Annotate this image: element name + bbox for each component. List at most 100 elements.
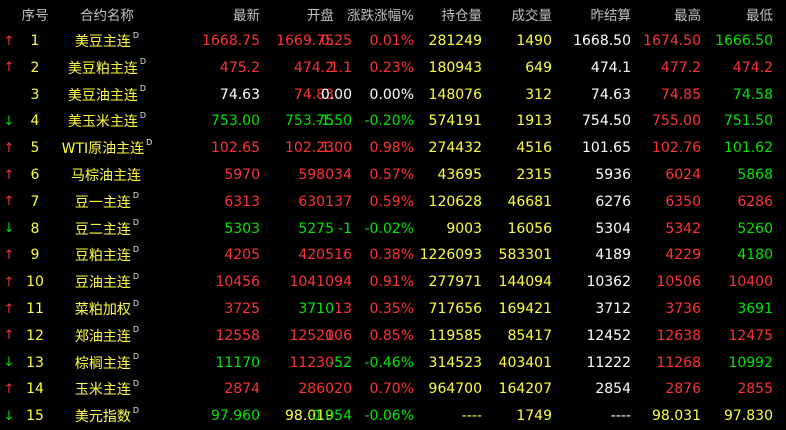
header-low[interactable]: 最低 <box>701 0 773 28</box>
header-high[interactable]: 最高 <box>631 0 701 28</box>
contract-mark: D <box>132 271 140 281</box>
open-price: 5275 <box>298 220 334 237</box>
price-change: 20 <box>334 376 352 402</box>
change-percent: -0.46% <box>364 354 414 371</box>
change-percent: 0.98% <box>369 140 414 157</box>
contract-name[interactable]: 豆粕主连 D <box>52 242 162 268</box>
open-price: 474.2 <box>293 59 334 76</box>
open-interest: 314523 <box>428 354 482 371</box>
quote-row[interactable]: 3 美豆油主连 D 74.63 74.83 0.00 0.00% 148076 312 74.63… <box>0 82 786 108</box>
prev-settle: 6276 <box>595 193 631 210</box>
arrow-down-icon: ↓ <box>3 113 15 129</box>
contract-mark: D <box>132 244 140 254</box>
quote-row[interactable]: ↓ 4 美玉米主连 D 753.00 753.75 -1.50 -0.20% 574191 191… <box>0 108 786 134</box>
header-volume[interactable]: 成交量 <box>482 0 553 28</box>
header-prev-settle[interactable]: 昨结算 <box>552 0 632 28</box>
price-change: 37 <box>334 189 352 215</box>
contract-name[interactable]: 豆油主连 D <box>52 269 162 295</box>
contract-mark: D <box>132 218 140 228</box>
column-header-row: 序号 合约名称 最新 开盘 涨跌 涨幅% 持仓量 成交量 昨结算 最高 最低 <box>0 0 786 28</box>
row-index: 6 <box>30 167 40 183</box>
row-index: 14 <box>26 381 44 398</box>
price-change-value: 37 <box>334 193 352 210</box>
quote-row[interactable]: ↑ 9 豆粕主连 D 4205 4205 16 0.38% 1226093 583301 4189 4… <box>0 242 786 268</box>
prev-settle: 4189 <box>595 247 631 264</box>
price-change: 13 <box>334 296 352 322</box>
change-percent: 0.91% <box>369 274 414 291</box>
header-last[interactable]: 最新 <box>162 0 260 28</box>
low-price: 97.830 <box>724 408 773 425</box>
contract-name[interactable]: 美元指数 D <box>52 403 162 429</box>
arrow-down-icon: ↓ <box>3 408 15 424</box>
change-percent: 0.85% <box>369 327 414 344</box>
last-price: 1668.75 <box>202 33 260 49</box>
last-price: 11170 <box>215 354 260 371</box>
contract-name[interactable]: 豆一主连 D <box>52 189 162 215</box>
open-interest: ---- <box>461 408 482 425</box>
open-interest: 9003 <box>446 220 482 237</box>
row-index: 5 <box>30 140 40 157</box>
price-change: -1 <box>334 216 352 242</box>
volume: 169421 <box>498 301 552 317</box>
row-index: 15 <box>26 408 44 425</box>
quote-row[interactable]: ↑ 10 豆油主连 D 10456 10410 94 0.91% 277971 144094 103… <box>0 269 786 295</box>
contract-name[interactable]: 马棕油主连 <box>52 162 162 188</box>
price-change: 1.1 <box>330 55 352 81</box>
quote-row[interactable]: ↑ 11 菜粕加权 D 3725 3710 13 0.35% 717656 169421 3712 3… <box>0 296 786 322</box>
high-price: 2876 <box>665 381 701 398</box>
low-price: 2855 <box>737 381 773 398</box>
volume: 1913 <box>516 113 552 130</box>
arrow-up-icon: ↑ <box>3 328 15 344</box>
header-open-interest[interactable]: 持仓量 <box>414 0 483 28</box>
quote-row[interactable]: ↑ 14 玉米主连 D 2874 2860 20 0.70% 964700 164207 2854 2… <box>0 376 786 402</box>
last-price: 753.00 <box>211 113 260 130</box>
row-index: 8 <box>30 220 40 237</box>
low-price: 10400 <box>728 274 773 291</box>
header-name[interactable]: 合约名称 <box>52 0 162 28</box>
contract-name[interactable]: WTI原油主连 D <box>52 135 162 161</box>
contract-name[interactable]: 美豆油主连 D <box>52 82 162 108</box>
contract-name[interactable]: 郑油主连 D <box>52 323 162 349</box>
contract-name-text: 豆粕主连 <box>74 248 131 265</box>
low-price: 5868 <box>737 167 773 183</box>
price-change-value: -0.054 <box>306 408 352 425</box>
change-percent: 0.01% <box>369 33 414 49</box>
contract-name[interactable]: 玉米主连 D <box>52 376 162 402</box>
contract-name[interactable]: 美玉米主连 D <box>52 108 162 134</box>
quote-row[interactable]: ↑ 1 美豆主连 D 1668.75 1669.75 0.25 0.01% 281249 1490… <box>0 28 786 54</box>
header-open[interactable]: 开盘 <box>260 0 334 28</box>
low-price: 3691 <box>737 301 773 317</box>
contract-mark: D <box>146 137 153 147</box>
contract-name[interactable]: 美豆主连 D <box>52 28 162 54</box>
volume: 1490 <box>516 33 552 49</box>
prev-settle: 5936 <box>595 167 631 183</box>
contract-name[interactable]: 美豆粕主连 D <box>52 55 162 81</box>
arrow-up-icon: ↑ <box>3 33 15 49</box>
quote-row[interactable]: ↑ 5 WTI原油主连 D 102.65 102.23 1.00 0.98% 274432 451… <box>0 135 786 161</box>
contract-name[interactable]: 豆二主连 D <box>52 216 162 242</box>
contract-name-text: 豆油主连 <box>74 275 131 292</box>
contract-mark: D <box>132 378 140 388</box>
open-price: 3710 <box>298 301 334 317</box>
contract-mark: D <box>132 405 140 415</box>
open-interest: 964700 <box>428 381 482 398</box>
header-change-pct[interactable]: 涨幅% <box>352 0 414 28</box>
quote-board: 序号 合约名称 最新 开盘 涨跌 涨幅% 持仓量 成交量 昨结算 最高 最低 ↑… <box>0 0 786 430</box>
contract-name[interactable]: 棕榈主连 D <box>52 350 162 376</box>
price-change-value: 94 <box>334 274 352 291</box>
open-price: 5980 <box>298 167 334 183</box>
quote-row[interactable]: ↑ 7 豆一主连 D 6313 6301 37 0.59% 120628 46681 6276 635… <box>0 189 786 215</box>
contract-name-text: 美豆粕主连 <box>67 60 138 77</box>
header-index[interactable]: 序号 <box>18 0 52 28</box>
quote-row[interactable]: ↓ 13 棕榈主连 D 11170 11230 -52 -0.46% 314523 403401 1… <box>0 350 786 376</box>
contract-name[interactable]: 菜粕加权 D <box>52 296 162 322</box>
quote-row[interactable]: ↓ 8 豆二主连 D 5303 5275 -1 -0.02% 9003 16056 5304 5342… <box>0 216 786 242</box>
price-change-value: -1 <box>338 220 352 237</box>
price-change: 0.00 <box>321 82 352 108</box>
price-change: -1.50 <box>316 108 352 134</box>
quote-row[interactable]: ↑ 12 郑油主连 D 12558 12520 106 0.85% 119585 85417 124… <box>0 323 786 349</box>
quote-row[interactable]: ↑ 6 马棕油主连 5970 5980 34 0.57% 43695 2315 5936 6024 5… <box>0 162 786 188</box>
change-percent: -0.02% <box>364 220 414 237</box>
quote-row[interactable]: ↑ 2 美豆粕主连 D 475.2 474.2 1.1 0.23% 180943 649 474.1… <box>0 55 786 81</box>
quote-row[interactable]: ↓ 15 美元指数 D 97.960 98.019 -0.054 -0.06% ---- 1749… <box>0 403 786 429</box>
